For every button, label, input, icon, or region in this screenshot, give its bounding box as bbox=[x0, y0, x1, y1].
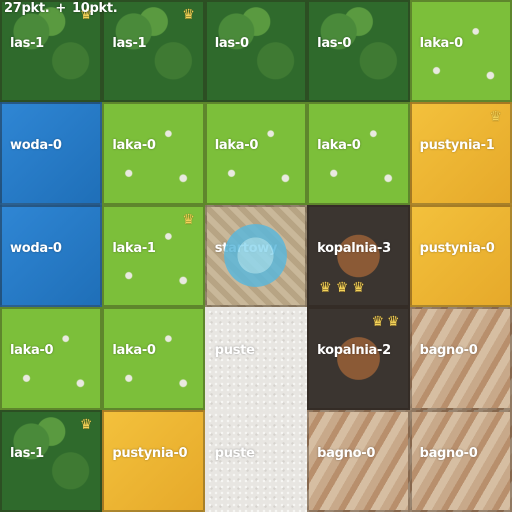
tile-label: laka-0 bbox=[112, 138, 156, 154]
tile-laka: laka-0 bbox=[409, 0, 512, 103]
tile-label: pustynia-0 bbox=[112, 445, 188, 461]
tile-pustynia: pustynia-0 bbox=[409, 204, 512, 308]
crown-icon: ♛ bbox=[371, 314, 384, 331]
crown-group: ♛ bbox=[489, 110, 502, 124]
tile-label: kopalnia-2 bbox=[317, 343, 391, 359]
tile-label: pustynia-1 bbox=[419, 138, 495, 154]
tile-bagno: bagno-0 bbox=[409, 409, 512, 512]
tile-laka: laka-0 bbox=[204, 102, 308, 205]
tile-label: laka-0 bbox=[419, 36, 464, 51]
tile-laka: laka-0 bbox=[0, 307, 103, 410]
tile-pustynia: pustynia-1 ♛ bbox=[409, 102, 512, 205]
tile-bagno: bagno-0 bbox=[409, 307, 512, 410]
tile-las: las-0 bbox=[307, 0, 410, 103]
tile-puste: puste bbox=[205, 307, 307, 409]
tile-label: laka-0 bbox=[214, 138, 259, 154]
crown-icon: ♛ bbox=[319, 280, 332, 297]
score-bonus: 10pkt. bbox=[72, 1, 118, 16]
crown-group: ♛ bbox=[80, 418, 93, 432]
tile-pustynia: pustynia-0 bbox=[102, 409, 205, 512]
tile-bagno: bagno-0 bbox=[307, 409, 410, 512]
crown-icon: ♛ bbox=[387, 314, 400, 331]
kingdom-board: las-1 ♛ las-1 ♛ las-0 las-0 laka-0 woda-0 laka-0… bbox=[0, 0, 512, 512]
tile-laka: laka-0 bbox=[102, 102, 205, 205]
crown-group: ♛ bbox=[182, 8, 195, 22]
tile-laka: laka-0 bbox=[307, 102, 410, 205]
crown-icon: ♛ bbox=[335, 280, 349, 297]
tile-label: las-0 bbox=[214, 36, 249, 51]
tile-label: las-0 bbox=[317, 36, 352, 51]
tile-woda: woda-0 bbox=[0, 102, 103, 205]
tile-woda: woda-0 bbox=[0, 204, 103, 308]
crown-group: ♛ ♛ bbox=[371, 315, 399, 329]
crown-icon: ♛ bbox=[489, 109, 502, 126]
tile-label: laka-0 bbox=[112, 343, 156, 359]
tile-label: las-1 bbox=[10, 445, 44, 461]
tile-label: laka-1 bbox=[112, 240, 156, 256]
tile-label: woda-0 bbox=[10, 138, 62, 154]
tile-label: bagno-0 bbox=[317, 445, 376, 461]
crown-icon: ♛ bbox=[352, 280, 365, 297]
tile-las: las-1 ♛ bbox=[0, 409, 103, 512]
tile-label: puste bbox=[214, 445, 255, 461]
crown-group: ♛ bbox=[182, 213, 195, 227]
tile-las: las-1 ♛ bbox=[102, 0, 205, 103]
score-plus: + bbox=[55, 1, 66, 16]
tile-laka: laka-1 ♛ bbox=[102, 204, 205, 308]
crown-group: ♛ ♛ ♛ bbox=[319, 281, 365, 295]
tile-label: startowy bbox=[214, 240, 278, 256]
tile-label: las-1 bbox=[112, 36, 147, 51]
tile-label: laka-0 bbox=[10, 343, 54, 359]
tile-label: woda-0 bbox=[10, 240, 62, 256]
tile-puste: puste bbox=[205, 410, 307, 512]
tile-label: puste bbox=[214, 343, 255, 359]
score-readout: 27pkt. +10pkt. bbox=[4, 1, 118, 16]
tile-startowy: startowy bbox=[204, 204, 308, 308]
tile-label: laka-0 bbox=[317, 138, 361, 154]
crown-icon: ♛ bbox=[182, 211, 195, 228]
score-points: 27pkt. bbox=[4, 1, 50, 16]
tile-label: pustynia-0 bbox=[419, 240, 495, 256]
crown-icon: ♛ bbox=[79, 416, 93, 433]
tile-label: las-1 bbox=[10, 36, 44, 51]
tile-label: kopalnia-3 bbox=[317, 240, 391, 256]
tile-las: las-0 bbox=[204, 0, 308, 103]
tile-label: bagno-0 bbox=[419, 445, 478, 461]
tile-kopalnia: kopalnia-2 ♛ ♛ bbox=[307, 307, 410, 410]
tile-label: bagno-0 bbox=[419, 343, 478, 359]
tile-kopalnia: kopalnia-3 ♛ ♛ ♛ bbox=[307, 204, 410, 308]
tile-laka: laka-0 bbox=[102, 307, 205, 410]
crown-icon: ♛ bbox=[182, 7, 195, 23]
